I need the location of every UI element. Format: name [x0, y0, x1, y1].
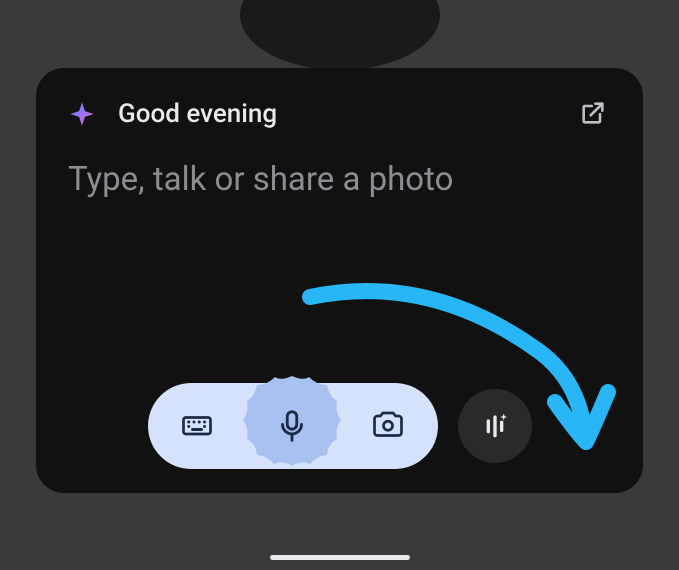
input-placeholder[interactable]: Type, talk or share a photo: [68, 160, 611, 199]
control-pill: [148, 383, 438, 469]
assistant-card: Good evening Type, talk or share a photo: [36, 68, 643, 493]
voice-mode-button[interactable]: [458, 389, 532, 463]
keyboard-button[interactable]: [167, 396, 227, 456]
voice-bars-icon: [479, 409, 511, 444]
home-indicator[interactable]: [270, 555, 410, 560]
input-controls: [36, 383, 643, 469]
keyboard-icon: [179, 407, 215, 446]
microphone-icon: [273, 407, 311, 445]
expand-button[interactable]: [575, 96, 611, 132]
open-in-new-icon: [579, 99, 607, 130]
camera-button[interactable]: [358, 396, 418, 456]
card-header: Good evening: [68, 96, 611, 132]
greeting-text: Good evening: [118, 99, 277, 129]
background-avatar-shape: [240, 0, 440, 70]
spark-icon: [68, 100, 96, 128]
microphone-button[interactable]: [237, 371, 347, 481]
camera-icon: [370, 407, 406, 446]
header-left-group: Good evening: [68, 99, 277, 129]
